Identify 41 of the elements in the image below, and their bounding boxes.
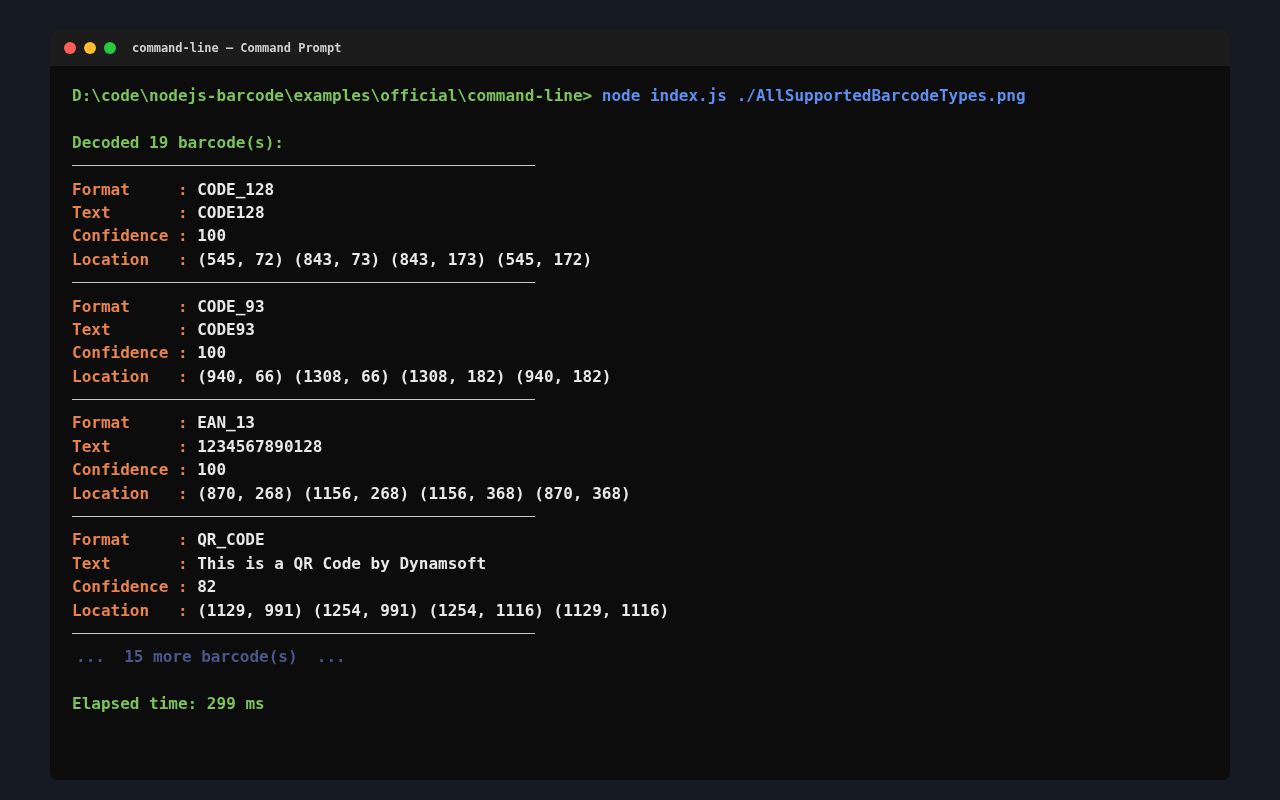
field-label: Text : (72, 435, 188, 458)
field-value: This is a QR Code by Dynamsoft (197, 552, 487, 575)
field-value: EAN_13 (197, 412, 255, 435)
field-label: Text : (72, 552, 188, 575)
field-value: CODE_93 (197, 295, 265, 318)
field-label: Text : (72, 318, 188, 341)
field-value: (1129, 991) (1254, 991) (1254, 1116) (1129, 1116) (197, 599, 670, 622)
maximize-button[interactable] (104, 42, 116, 54)
field-value: 82 (197, 576, 217, 599)
field-value: 100 (197, 459, 227, 482)
field-label: Confidence : (72, 225, 188, 248)
more-results-text: ... 15 more barcode(s) ... (76, 646, 346, 669)
window-title: command-line – Command Prompt (132, 41, 342, 55)
field-value: 100 (197, 225, 227, 248)
field-label: Location : (72, 599, 188, 622)
field-label: Location : (72, 365, 188, 388)
field-label: Format : (72, 178, 188, 201)
field-value: QR_CODE (197, 529, 265, 552)
field-label: Confidence : (72, 576, 188, 599)
field-value: (940, 66) (1308, 66) (1308, 182) (940, 182) (197, 365, 612, 388)
field-value: CODE93 (197, 318, 255, 341)
field-value: 1234567890128 (197, 435, 323, 458)
field-label: Text : (72, 201, 188, 224)
field-label: Format : (72, 412, 188, 435)
field-label: Confidence : (72, 459, 188, 482)
field-label: Location : (72, 248, 188, 271)
close-button[interactable] (64, 42, 76, 54)
field-value: (545, 72) (843, 73) (843, 173) (545, 172) (197, 248, 593, 271)
field-label: Location : (72, 482, 188, 505)
summary-text: Decoded 19 barcode(s): (72, 131, 284, 154)
minimize-button[interactable] (84, 42, 96, 54)
field-value: CODE_128 (197, 178, 275, 201)
elapsed-time: Elapsed time: 299 ms (72, 693, 265, 716)
field-label: Format : (72, 529, 188, 552)
field-label: Format : (72, 295, 188, 318)
prompt-path: D:\code\nodejs-barcode\examples\official\command-line> (72, 85, 593, 107)
field-value: (870, 268) (1156, 268) (1156, 368) (870, 368) (197, 482, 631, 505)
field-value: 100 (197, 342, 227, 365)
command-text: node index.js ./AllSupportedBarcodeTypes.png (601, 85, 1026, 107)
field-value: CODE128 (197, 201, 265, 224)
field-label: Confidence : (72, 342, 188, 365)
